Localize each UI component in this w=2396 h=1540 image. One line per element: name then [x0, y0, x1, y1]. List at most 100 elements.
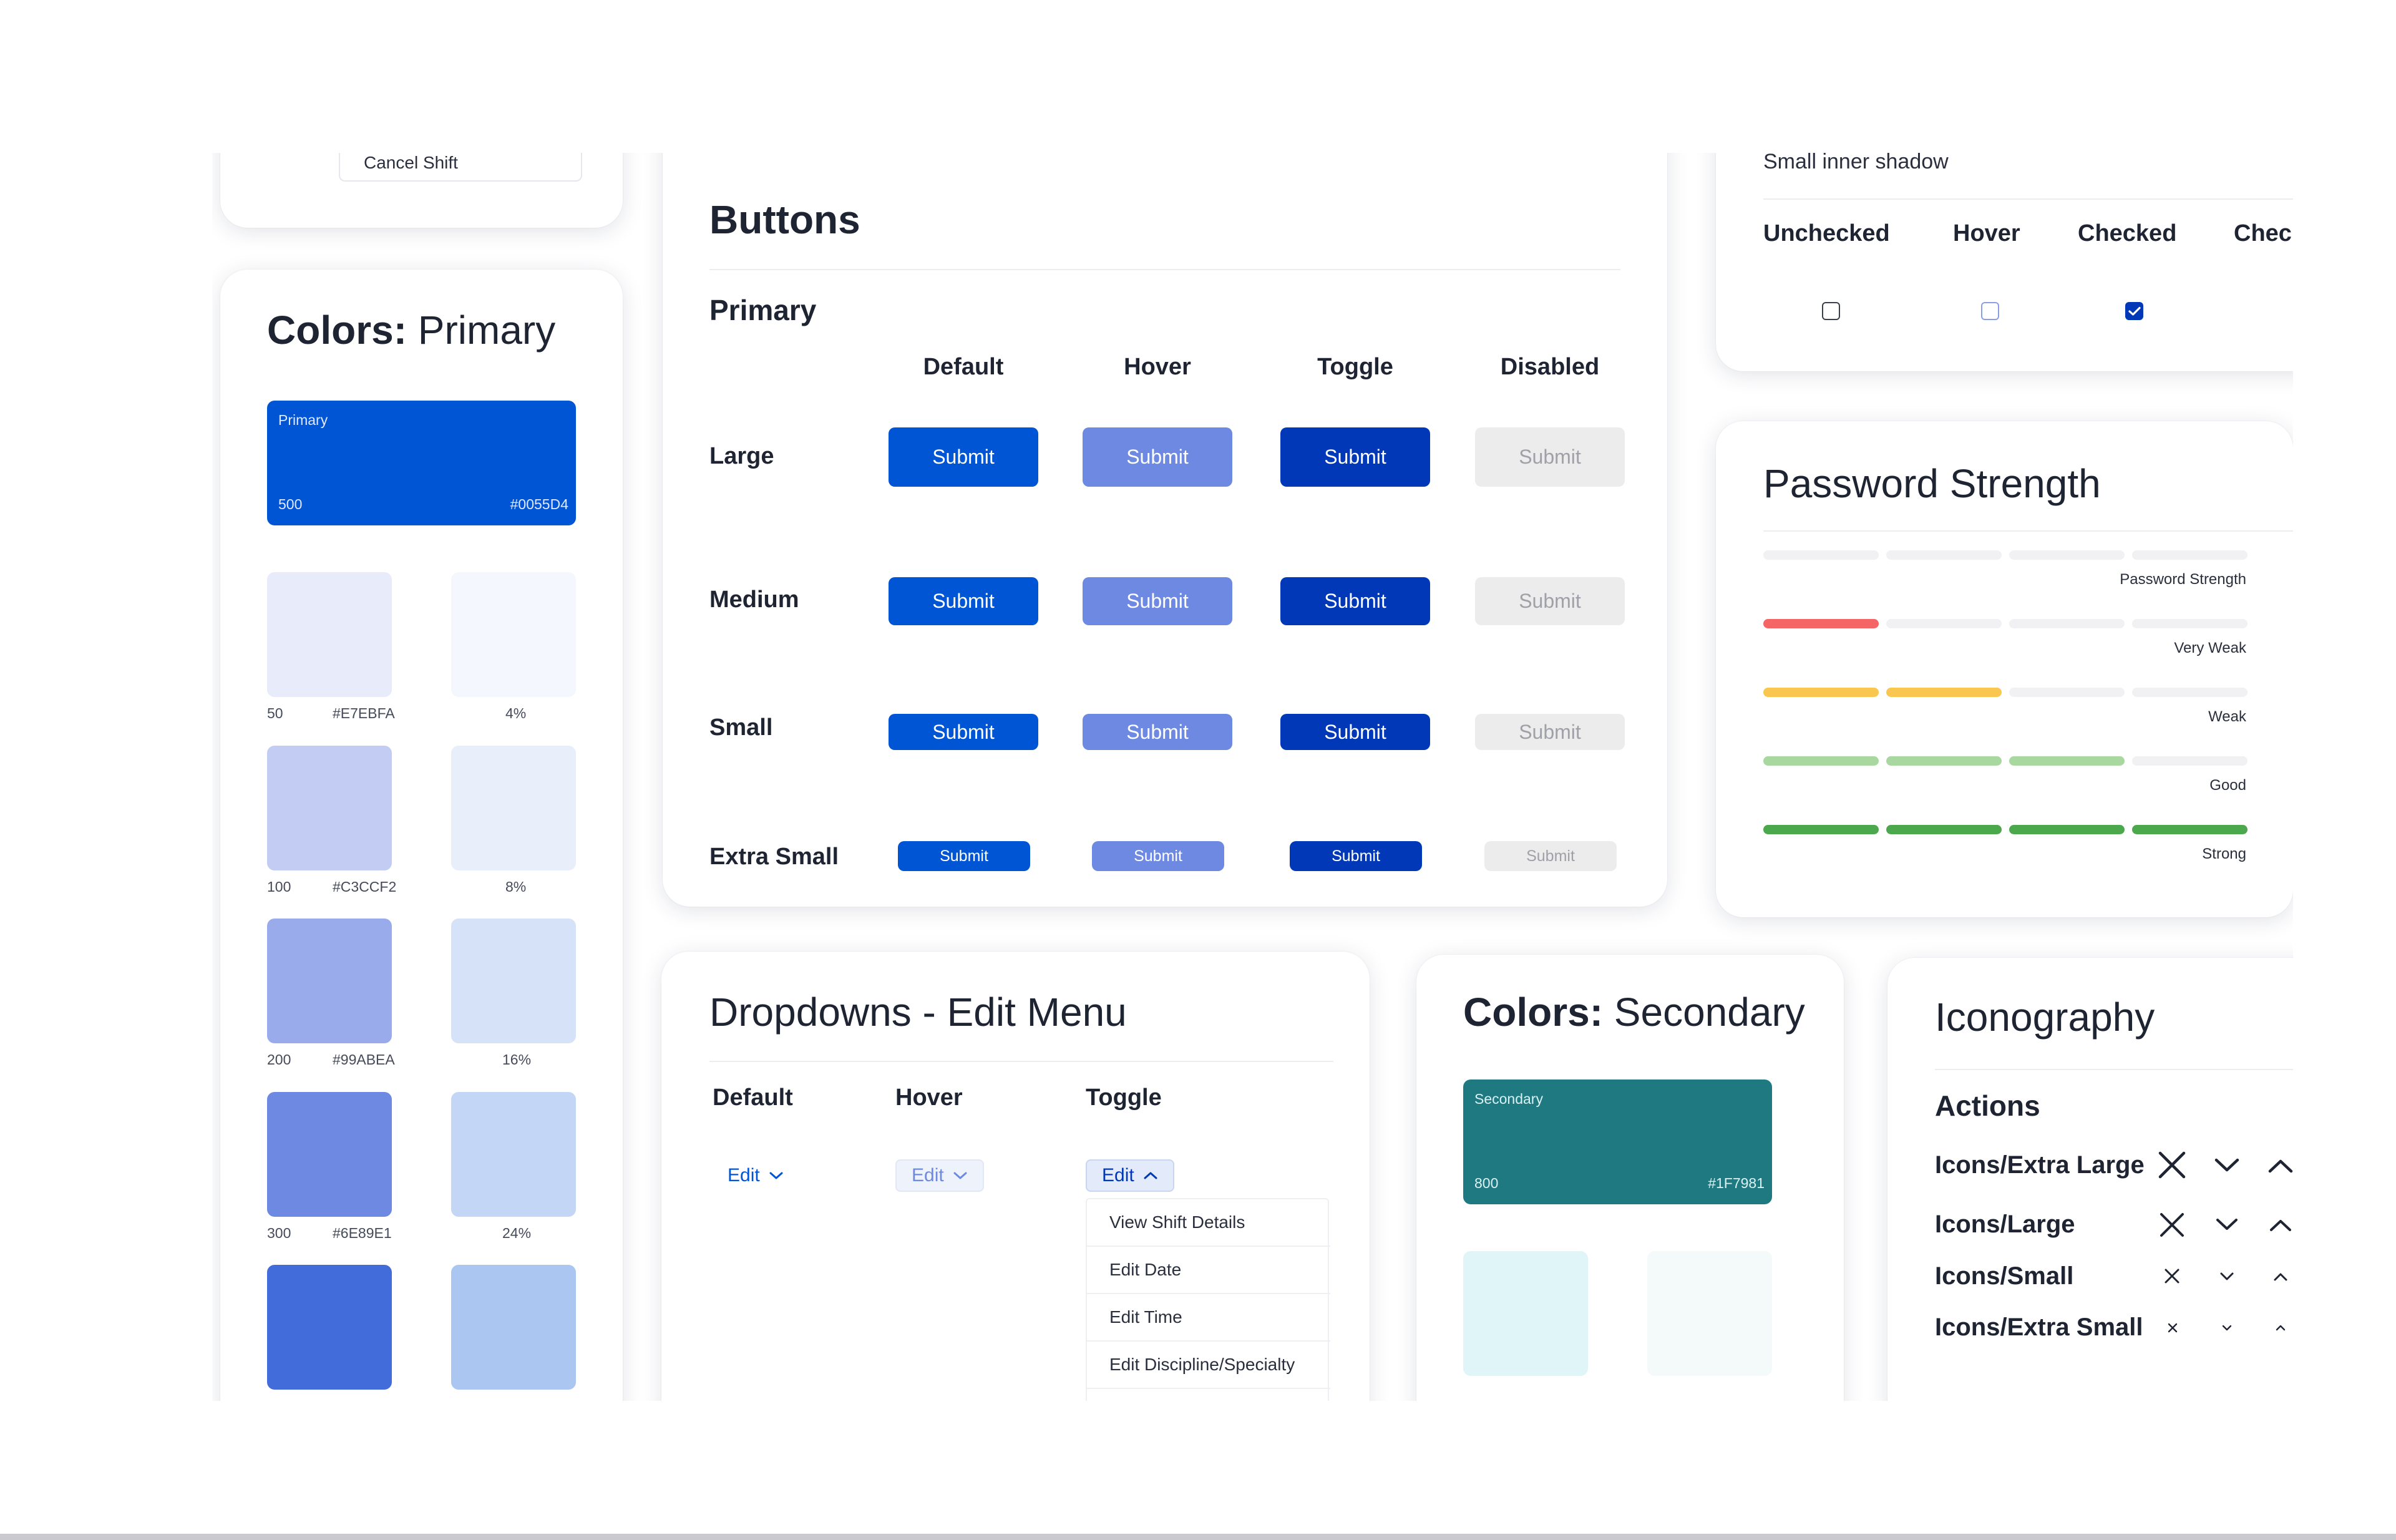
close-icon	[2158, 1151, 2186, 1179]
submit-medium-toggle[interactable]: Submit	[1280, 577, 1430, 625]
state-unchecked: Unchecked	[1763, 220, 1890, 246]
swatch-100	[267, 746, 392, 870]
title-light: Secondary	[1614, 990, 1805, 1035]
swatch-400-tint	[451, 1265, 576, 1390]
colors-primary-card: Colors: Primary Primary 500 #0055D4 50 #…	[220, 270, 623, 1401]
submit-xs-hover[interactable]: Submit	[1092, 841, 1224, 871]
primary-hero-swatch: Primary 500 #0055D4	[267, 401, 576, 525]
dropdowns-card: Dropdowns - Edit Menu Default Hover Togg…	[661, 952, 1370, 1401]
swatch-tint: 16%	[502, 1051, 532, 1068]
menu-item-more[interactable]	[1087, 1389, 1330, 1401]
dropdowns-title: Dropdowns - Edit Menu	[709, 990, 1127, 1035]
swatch-tint: 24%	[502, 1225, 532, 1241]
row-large: Large	[709, 443, 774, 469]
strength-segment	[1886, 550, 2002, 560]
edit-label: Edit	[1102, 1165, 1134, 1186]
checkbox-hover[interactable]	[1981, 302, 1999, 320]
secondary-hero-swatch: Secondary 800 #1F7981	[1463, 1079, 1772, 1204]
cancel-shift-label: Cancel Shift	[364, 153, 458, 172]
submit-small-disabled[interactable]: Submit	[1475, 714, 1625, 750]
row-extra-small: Extra Small	[709, 844, 839, 870]
swatch-hex: #C3CCF2	[333, 879, 397, 895]
state-hover: Hover	[1953, 220, 2020, 246]
menu-item-edit-discipline[interactable]: Edit Discipline/Specialty	[1087, 1342, 1330, 1389]
edit-menu: View Shift Details Edit Date Edit Time E…	[1086, 1198, 1330, 1401]
chevron-down-icon	[769, 1172, 783, 1179]
submit-medium-default[interactable]: Submit	[889, 577, 1038, 625]
secondary-swatch-50-tint	[1647, 1251, 1772, 1376]
submit-large-disabled[interactable]: Submit	[1475, 427, 1625, 487]
submit-large-toggle[interactable]: Submit	[1280, 427, 1430, 487]
close-icon	[2165, 1269, 2179, 1284]
close-icon	[2168, 1323, 2178, 1333]
strength-segment	[2009, 619, 2125, 628]
menu-item-edit-time[interactable]: Edit Time	[1087, 1294, 1330, 1342]
actions-section-label: Actions	[1935, 1089, 2040, 1122]
submit-large-hover[interactable]: Submit	[1083, 427, 1232, 487]
swatch-200	[267, 919, 392, 1043]
strength-segment	[1763, 550, 1879, 560]
strength-segment	[1763, 619, 1879, 628]
submit-xs-toggle[interactable]: Submit	[1290, 841, 1422, 871]
submit-medium-disabled[interactable]: Submit	[1475, 577, 1625, 625]
edit-dropdown-hover[interactable]: Edit	[895, 1159, 984, 1192]
menu-item-view-shift-details[interactable]: View Shift Details	[1087, 1199, 1330, 1247]
colors-secondary-title: Colors: Secondary	[1463, 989, 1805, 1035]
dd-col-toggle: Toggle	[1086, 1084, 1162, 1111]
submit-xs-disabled[interactable]: Submit	[1484, 841, 1617, 871]
swatch-100-tint	[451, 746, 576, 870]
strength-segment	[2132, 619, 2247, 628]
col-hover: Hover	[1124, 354, 1191, 380]
chevron-down-icon	[2216, 1219, 2238, 1230]
strength-segment	[2132, 550, 2247, 560]
swatch-shade: 300	[267, 1225, 291, 1241]
menu-item-edit-date[interactable]: Edit Date	[1087, 1247, 1330, 1294]
checkbox-divider	[1763, 198, 2293, 200]
checkbox-checked[interactable]	[2125, 302, 2143, 320]
chevron-up-icon	[2268, 1159, 2293, 1173]
strength-segment	[2132, 756, 2247, 766]
edit-dropdown-default[interactable]: Edit	[713, 1159, 799, 1192]
strength-segment	[1886, 619, 2002, 628]
hero-shade: 800	[1474, 1175, 1499, 1191]
row-medium: Medium	[709, 587, 799, 613]
submit-small-toggle[interactable]: Submit	[1280, 714, 1430, 750]
edit-dropdown-toggle[interactable]: Edit	[1086, 1159, 1174, 1192]
swatch-shade: 50	[267, 705, 283, 721]
iconography-title: Iconography	[1935, 995, 2155, 1040]
swatch-200-tint	[451, 919, 576, 1043]
swatch-400	[267, 1265, 392, 1390]
submit-small-hover[interactable]: Submit	[1083, 714, 1232, 750]
dropdowns-divider	[709, 1061, 1333, 1062]
buttons-card: Buttons Primary Default Hover Toggle Dis…	[663, 153, 1667, 907]
pw-label-strong: Strong	[2202, 846, 2246, 862]
pw-label-base: Password Strength	[2120, 571, 2246, 588]
swatch-50-tint	[451, 572, 576, 697]
strength-segment	[1763, 688, 1879, 697]
checkbox-unchecked[interactable]	[1822, 302, 1840, 320]
chevron-up-icon	[2274, 1273, 2287, 1281]
col-toggle: Toggle	[1317, 354, 1393, 380]
strength-segment	[1763, 756, 1879, 766]
submit-small-default[interactable]: Submit	[889, 714, 1038, 750]
colors-secondary-card: Colors: Secondary Secondary 800 #1F7981	[1416, 955, 1844, 1401]
title-bold: Colors:	[1463, 990, 1603, 1035]
iconography-card: Iconography Actions Icons/Extra Large Ic…	[1887, 958, 2293, 1401]
strength-segment	[2132, 688, 2247, 697]
submit-medium-hover[interactable]: Submit	[1083, 577, 1232, 625]
checkbox-card: Small inner shadow Unchecked Hover Check…	[1716, 153, 2293, 371]
swatch-hex: #6E89E1	[333, 1225, 392, 1241]
hero-name: Secondary	[1474, 1091, 1543, 1107]
secondary-swatch-50	[1463, 1251, 1588, 1376]
state-checked: Checked	[2078, 220, 2177, 246]
password-divider	[1763, 530, 2293, 532]
submit-large-default[interactable]: Submit	[889, 427, 1038, 487]
strength-segment	[2009, 550, 2125, 560]
col-disabled: Disabled	[1500, 354, 1600, 380]
col-default: Default	[923, 354, 1004, 380]
hero-shade: 500	[278, 496, 303, 512]
submit-xs-default[interactable]: Submit	[898, 841, 1030, 871]
cancel-shift-button[interactable]: Cancel Shift	[339, 153, 582, 182]
strength-segment	[1886, 688, 2002, 697]
chevron-down-icon	[2222, 1325, 2232, 1331]
